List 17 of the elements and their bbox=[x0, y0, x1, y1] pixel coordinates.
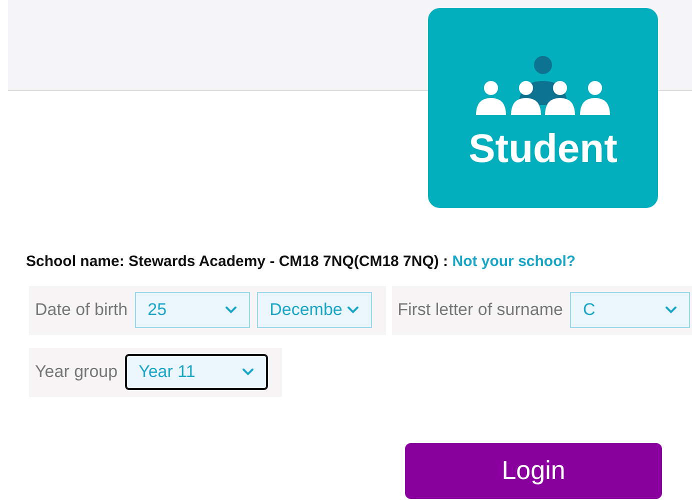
chevron-icon bbox=[242, 368, 254, 376]
dropdown-field[interactable]: 25 bbox=[134, 292, 250, 328]
dropdown-field[interactable]: Decembe bbox=[256, 292, 372, 328]
field-label: First letter of surname bbox=[398, 299, 563, 322]
not-your-school-link[interactable]: Not your school? bbox=[452, 253, 576, 270]
chevron-icon bbox=[346, 306, 359, 314]
dropdown-field[interactable]: C bbox=[570, 292, 690, 328]
chevron-icon bbox=[664, 306, 677, 314]
student-card[interactable]: Student bbox=[428, 8, 658, 208]
chevron-icon bbox=[224, 306, 237, 314]
login-button[interactable]: Login bbox=[405, 442, 662, 498]
field-label: Date of birth bbox=[35, 299, 128, 322]
card-title: Student bbox=[468, 129, 618, 169]
field-label: Year group bbox=[35, 361, 118, 384]
dropdown-field[interactable]: Year 11 bbox=[124, 354, 268, 390]
group-of-people-icon bbox=[475, 55, 611, 117]
school-name-text: School name: Stewards Academy - CM18 7NQ(CM18 7NQ) : bbox=[26, 253, 448, 270]
